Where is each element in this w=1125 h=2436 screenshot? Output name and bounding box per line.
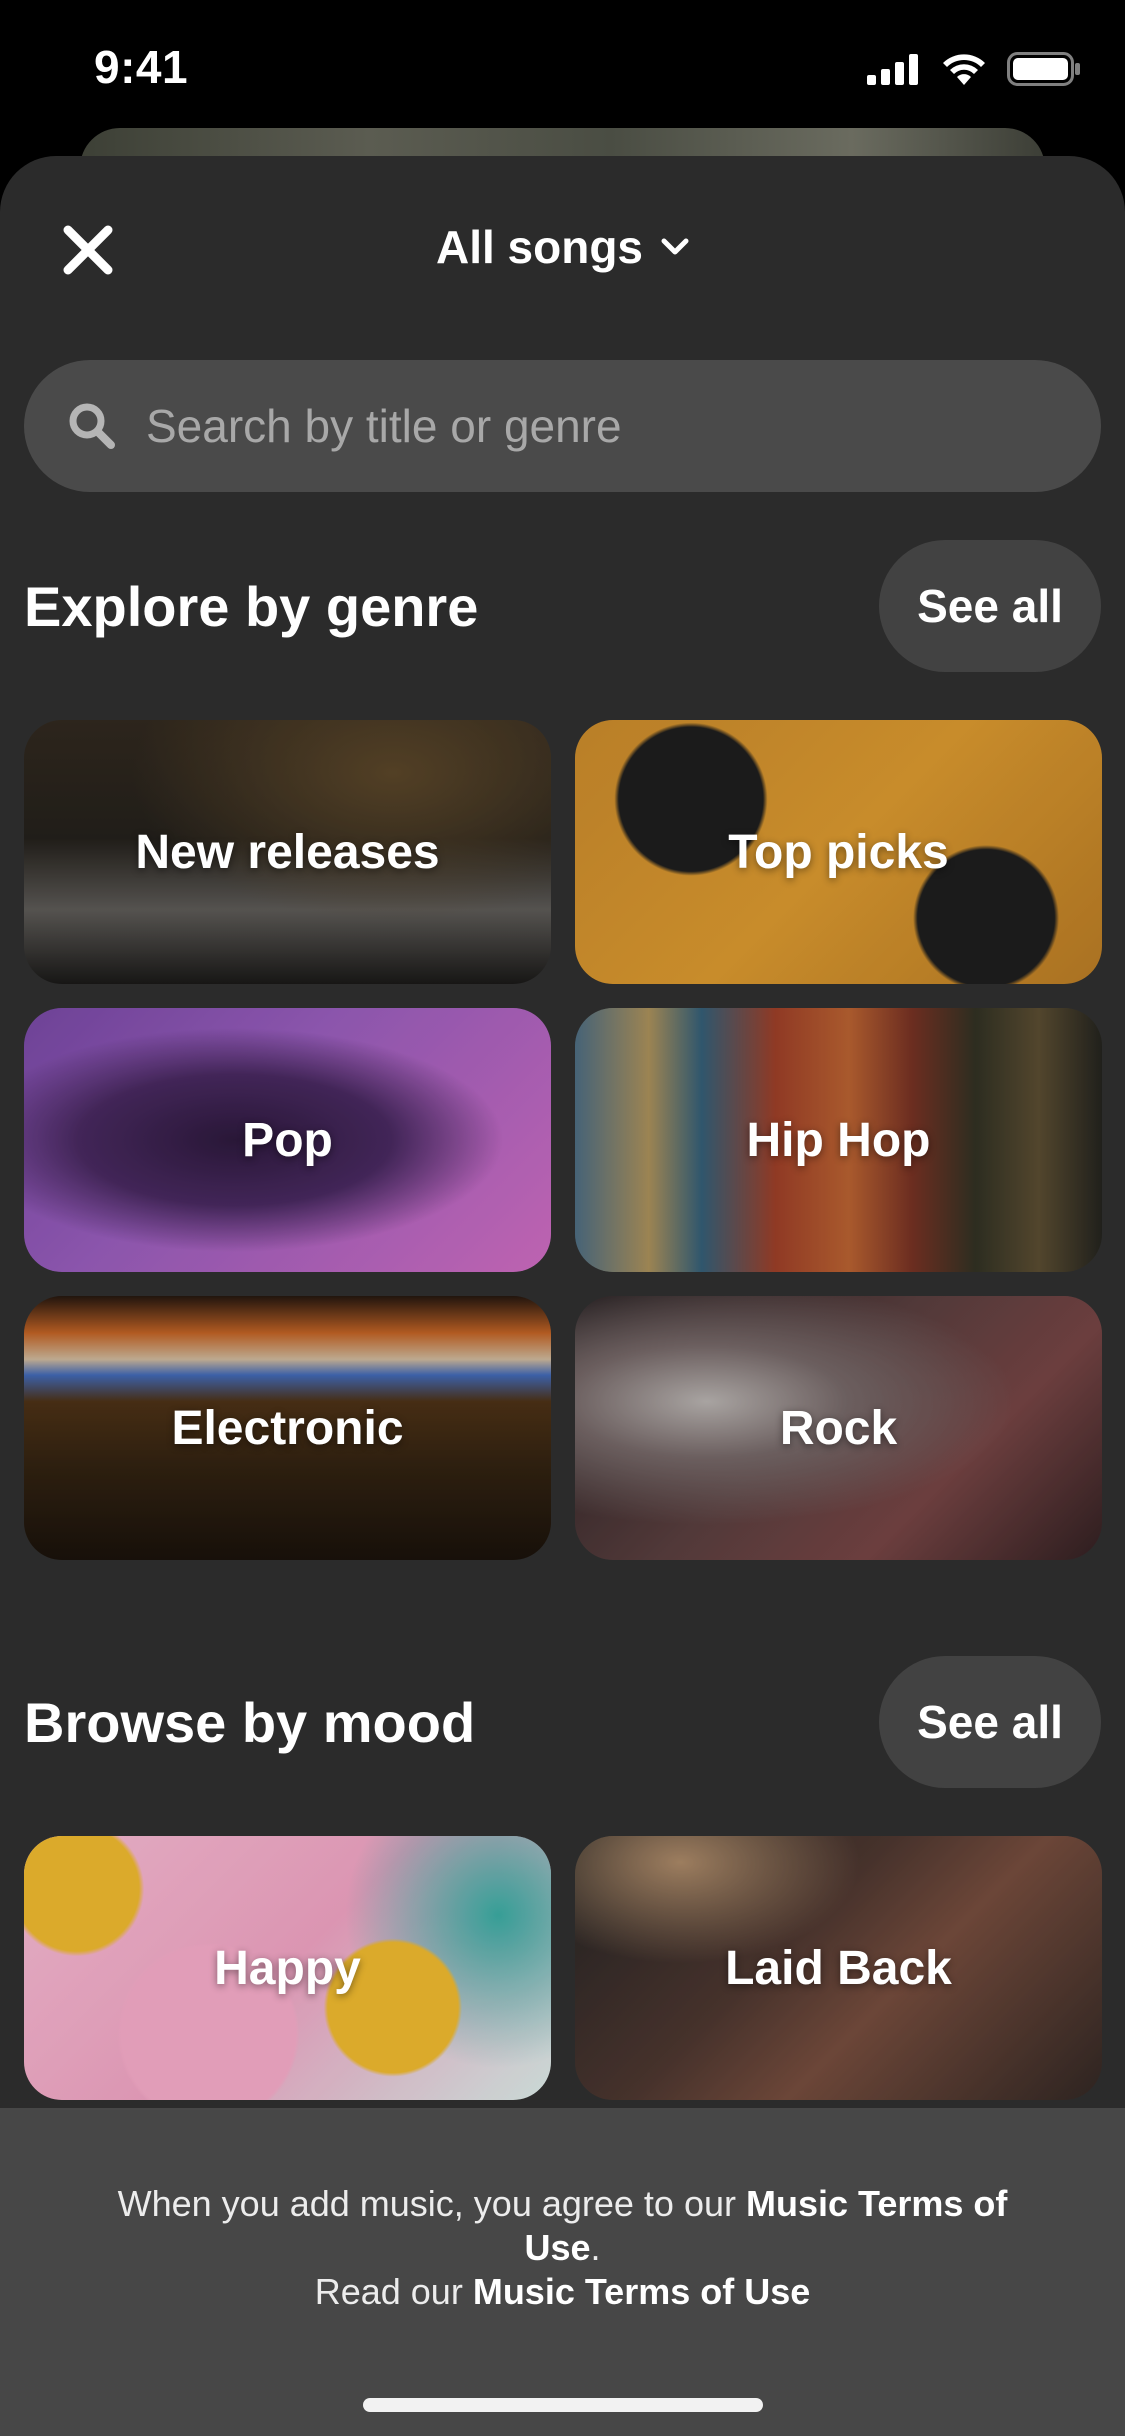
music-picker-sheet: All songs Explore by genre See all New r… [0,156,1125,2436]
tile-label: Laid Back [725,1941,952,1995]
genre-tile-electronic[interactable]: Electronic [24,1296,551,1560]
tile-label: Pop [242,1113,333,1167]
mood-tile-happy[interactable]: Happy [24,1836,551,2100]
mood-section-title: Browse by mood [24,1691,476,1754]
tile-label: Happy [214,1941,361,1995]
tile-label: New releases [135,825,440,879]
genre-see-all-button[interactable]: See all [879,540,1101,672]
terms-link[interactable]: Music Terms of Use [473,2271,810,2312]
cellular-signal-icon [867,54,918,85]
wifi-icon [943,54,985,85]
tile-label: Rock [779,1401,898,1455]
battery-icon [1007,52,1080,86]
search-input[interactable] [144,398,1048,454]
status-bar: 9:41 [0,0,1125,132]
chevron-down-icon [661,238,689,255]
status-time: 9:41 [94,41,189,93]
page-title: All songs [435,221,644,273]
terms-footer: When you add music, you agree to our Mus… [0,2108,1125,2436]
genre-tile-pop[interactable]: Pop [24,1008,551,1272]
terms-text: When you add music, you agree to our [117,2183,746,2224]
terms-text: . [590,2227,601,2268]
song-filter-dropdown[interactable]: All songs [0,220,1125,274]
mood-see-all-button[interactable]: See all [879,1656,1101,1788]
terms-text: Read our [314,2271,473,2312]
home-indicator[interactable] [363,2398,763,2412]
genre-tile-new-releases[interactable]: New releases [24,720,551,984]
tile-label: Hip Hop [746,1113,931,1167]
genre-tile-top-picks[interactable]: Top picks [575,720,1102,984]
tile-label: Top picks [728,825,949,879]
status-icons [867,52,1081,86]
genre-tile-hip-hop[interactable]: Hip Hop [575,1008,1102,1272]
search-icon [64,398,120,454]
tile-label: Electronic [171,1401,404,1455]
genre-tile-rock[interactable]: Rock [575,1296,1102,1560]
search-bar[interactable] [24,360,1101,492]
terms-notice: When you add music, you agree to our Mus… [80,2182,1045,2314]
genre-section-title: Explore by genre [24,575,479,638]
mood-tile-laid-back[interactable]: Laid Back [575,1836,1102,2100]
